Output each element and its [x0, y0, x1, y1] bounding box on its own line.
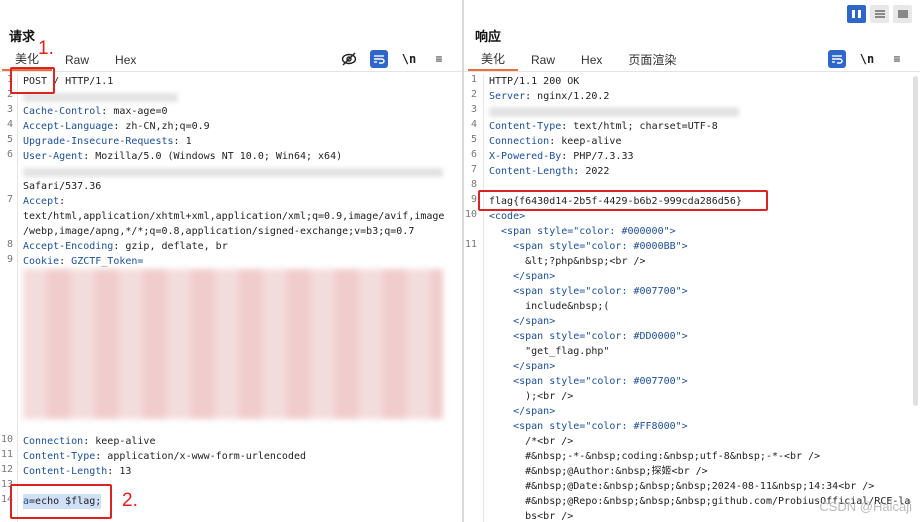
annotation-label-2: 2. — [122, 490, 138, 511]
request-header: Content-Type: application/x-www-form-url… — [23, 451, 306, 462]
request-header: Cookie: GZCTF_Token= — [23, 256, 144, 267]
request-header: Accept: — [23, 196, 66, 207]
hide-icon[interactable] — [340, 50, 358, 68]
newline-toggle-icon[interactable]: \n — [858, 50, 876, 68]
menu-icon[interactable]: ≡ — [430, 50, 448, 68]
response-tab-render[interactable]: 页面渲染 — [615, 50, 689, 70]
request-pane: 请求 美化 Raw Hex \n ≡ 1 POST / HTTP/1.1 2 3… — [0, 0, 462, 522]
response-header: Content-Length: 2022 — [489, 166, 610, 177]
request-header: Cache-Control: max-age=0 — [23, 106, 168, 117]
response-tabs: 美化 Raw Hex 页面渲染 — [468, 49, 689, 71]
request-header: Accept-Encoding: gzip, deflate, br — [23, 241, 228, 252]
response-header: X-Powered-By: PHP/7.3.33 — [489, 151, 634, 162]
request-header: Connection: keep-alive — [23, 436, 156, 447]
menu-icon[interactable]: ≡ — [888, 50, 906, 68]
response-header: Connection: keep-alive — [489, 136, 622, 147]
annotation-box-flag — [478, 190, 768, 211]
response-title: 响应 — [475, 29, 502, 44]
request-tab-raw[interactable]: Raw — [52, 50, 102, 70]
response-header: Content-Type: text/html; charset=UTF-8 — [489, 121, 718, 132]
request-tab-hex[interactable]: Hex — [102, 50, 149, 70]
layout-side-by-side-button[interactable] — [847, 5, 866, 23]
newline-toggle-icon[interactable]: \n — [400, 50, 418, 68]
request-header: Content-Length: 13 — [23, 466, 132, 477]
request-header: Upgrade-Insecure-Requests: 1 — [23, 136, 192, 147]
annotation-box-body — [10, 484, 112, 519]
response-tab-hex[interactable]: Hex — [568, 50, 615, 70]
watermark: CSDN @Halcaji — [819, 499, 912, 514]
layout-stacked-button[interactable] — [870, 5, 889, 23]
request-header: Accept-Language: zh-CN,zh;q=0.9 — [23, 121, 210, 132]
response-header: Server: nginx/1.20.2 — [489, 91, 610, 102]
request-header: User-Agent: Mozilla/5.0 (Windows NT 10.0… — [23, 151, 343, 162]
wrap-lines-icon[interactable] — [828, 50, 846, 68]
request-toolbar: \n ≡ — [340, 50, 448, 68]
layout-switcher — [847, 5, 912, 23]
response-pane: 响应 美化 Raw Hex 页面渲染 \n ≡ 1 HTTP/1.1 200 O… — [464, 0, 920, 522]
response-tab-raw[interactable]: Raw — [518, 50, 568, 70]
response-scrollbar[interactable] — [913, 76, 918, 406]
layout-single-button[interactable] — [893, 5, 912, 23]
response-tab-pretty[interactable]: 美化 — [468, 49, 519, 71]
annotation-label-1: 1. — [38, 38, 54, 59]
request-title: 请求 — [9, 29, 36, 44]
response-toolbar: \n ≡ — [828, 50, 906, 68]
annotation-box-method — [10, 67, 55, 94]
wrap-lines-icon[interactable] — [370, 50, 388, 68]
